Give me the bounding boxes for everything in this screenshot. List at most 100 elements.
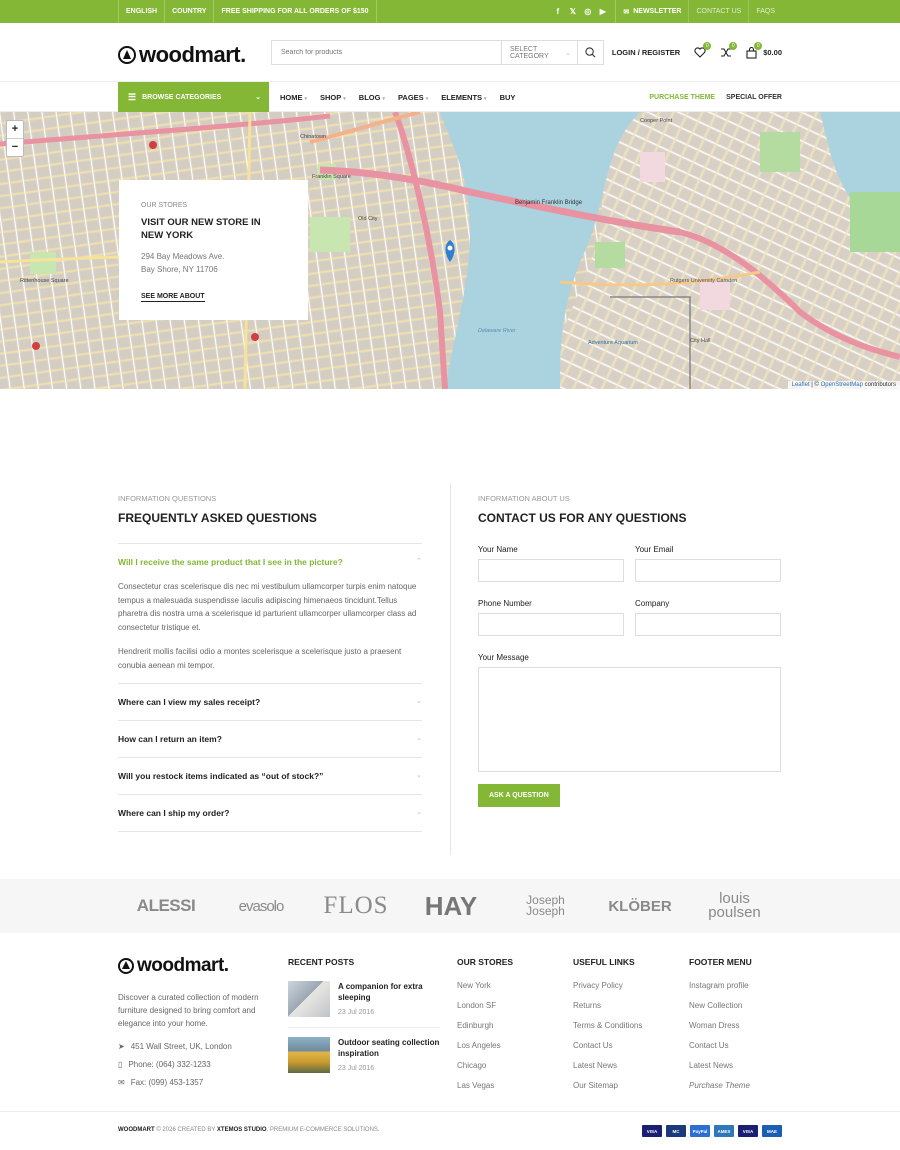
footer-menu-link[interactable]: Woman Dress xyxy=(689,1021,752,1030)
footer-menu-link[interactable]: Purchase Theme xyxy=(689,1081,752,1090)
country-selector[interactable]: COUNTRY xyxy=(164,0,213,23)
leaflet-link[interactable]: Leaflet xyxy=(792,382,810,388)
nav-pages[interactable]: PAGES ▾ xyxy=(398,93,428,102)
email-field[interactable] xyxy=(635,559,781,582)
store-link[interactable]: New York xyxy=(457,981,513,990)
faq-question[interactable]: Will you restock items indicated as “out… xyxy=(118,758,422,794)
store-link[interactable]: London SF xyxy=(457,1001,513,1010)
faq-question[interactable]: Will I receive the same product that I s… xyxy=(118,544,422,580)
nav-elements[interactable]: ELEMENTS ▾ xyxy=(441,93,486,102)
footer-logo[interactable]: woodmart. xyxy=(118,955,268,977)
faq-item[interactable]: Where can I view my sales receipt? ⌄ xyxy=(118,683,422,720)
useful-link[interactable]: Returns xyxy=(573,1001,642,1010)
store-link[interactable]: Las Vegas xyxy=(457,1081,513,1090)
faqs-link[interactable]: FAQS xyxy=(748,0,782,23)
category-select[interactable]: SELECT CATEGORY ⌄ xyxy=(501,41,577,64)
footer-menu-link[interactable]: Contact Us xyxy=(689,1041,752,1050)
nav-blog[interactable]: BLOG ▾ xyxy=(359,93,385,102)
zoom-out-button[interactable]: − xyxy=(7,139,23,156)
faq-question[interactable]: How can I return an item? ⌄ xyxy=(118,721,422,757)
map-label-cooper-point: Cooper Point xyxy=(640,118,673,124)
recent-post[interactable]: A companion for extra sleeping 23 Jul 201… xyxy=(288,981,440,1028)
message-field[interactable] xyxy=(478,667,781,772)
location-arrow-icon: ➤ xyxy=(118,1042,125,1051)
ask-question-button[interactable]: ASK A QUESTION xyxy=(478,784,560,807)
header: woodmart. SELECT CATEGORY ⌄ LOGIN / REGIS… xyxy=(0,23,900,82)
chevron-down-icon: ⌄ xyxy=(416,772,422,779)
contact-section: INFORMATION ABOUT US CONTACT US FOR ANY … xyxy=(478,494,781,807)
x-icon[interactable]: 𝕏 xyxy=(568,7,577,16)
name-field[interactable] xyxy=(478,559,624,582)
faq-item[interactable]: Will you restock items indicated as “out… xyxy=(118,757,422,794)
footer-menu-link[interactable]: New Collection xyxy=(689,1001,752,1010)
shipping-promo: FREE SHIPPING FOR ALL ORDERS OF $150 xyxy=(213,0,377,23)
brand-alessi[interactable]: ALESSI xyxy=(119,896,214,916)
see-more-link[interactable]: SEE MORE ABOUT xyxy=(141,293,205,302)
nav-buy[interactable]: BUY xyxy=(500,93,516,102)
search-form: SELECT CATEGORY ⌄ xyxy=(271,40,604,65)
maestro-icon: MAE xyxy=(762,1125,782,1137)
map-label-rittenhouse: Rittenhouse Square xyxy=(20,278,69,284)
company-field[interactable] xyxy=(635,613,781,636)
nav-shop[interactable]: SHOP ▾ xyxy=(320,93,346,102)
wishlist-button[interactable]: 0 xyxy=(694,42,712,58)
faq-item[interactable]: How can I return an item? ⌄ xyxy=(118,720,422,757)
search-button[interactable] xyxy=(577,41,603,64)
login-register-link[interactable]: LOGIN / REGISTER xyxy=(612,48,680,57)
post-thumbnail[interactable] xyxy=(288,1037,330,1073)
faq-question[interactable]: Where can I ship my order? ⌄ xyxy=(118,795,422,831)
nav-home[interactable]: HOME ▾ xyxy=(280,93,307,102)
map-label-chinatown: Chinatown xyxy=(300,134,326,140)
search-input[interactable] xyxy=(272,41,501,64)
copyright-bar: WOODMART © 2026 CREATED BY XTEMOS STUDIO… xyxy=(0,1111,900,1150)
brand-hay[interactable]: HAY xyxy=(404,891,499,922)
faq-divider xyxy=(118,831,422,832)
useful-link[interactable]: Privacy Policy xyxy=(573,981,642,990)
recent-post[interactable]: Outdoor seating collection inspiration 23… xyxy=(288,1037,440,1083)
special-offer-link[interactable]: SPECIAL OFFER xyxy=(726,94,782,101)
browse-categories-button[interactable]: ☰ BROWSE CATEGORIES ⌄ xyxy=(118,82,269,112)
contact-link[interactable]: CONTACT US xyxy=(688,0,748,23)
faq-question[interactable]: Where can I view my sales receipt? ⌄ xyxy=(118,684,422,720)
cart-button[interactable]: 0 $0.00 xyxy=(746,41,782,59)
purchase-theme-link[interactable]: PURCHASE THEME xyxy=(649,94,715,101)
post-thumbnail[interactable] xyxy=(288,981,330,1017)
logo[interactable]: woodmart. xyxy=(118,42,246,68)
footer-menu-link[interactable]: Latest News xyxy=(689,1061,752,1070)
language-selector[interactable]: ENGLISH xyxy=(118,0,164,23)
post-title[interactable]: A companion for extra sleeping xyxy=(338,981,440,1003)
envelope-icon: ✉ xyxy=(118,1078,125,1087)
footer-phone: ▯ Phone: (064) 332-1233 xyxy=(118,1060,211,1069)
footer-menu-link[interactable]: Instagram profile xyxy=(689,981,752,990)
brand-klober[interactable]: KLÖBER xyxy=(593,898,688,915)
useful-link[interactable]: Terms & Conditions xyxy=(573,1021,642,1030)
compare-button[interactable]: 0 xyxy=(720,42,738,58)
facebook-icon[interactable]: f xyxy=(553,7,562,16)
brand-joseph-joseph[interactable]: Joseph Joseph xyxy=(515,894,577,917)
useful-link[interactable]: Latest News xyxy=(573,1061,642,1070)
osm-link[interactable]: OpenStreetMap xyxy=(821,382,863,388)
store-link[interactable]: Edinburgh xyxy=(457,1021,513,1030)
newsletter-link[interactable]: ✉ NEWSLETTER xyxy=(615,0,688,23)
brand-louis-poulsen[interactable]: louis poulsen xyxy=(700,891,770,920)
store-link[interactable]: Chicago xyxy=(457,1061,513,1070)
store-address: 294 Bay Meadows Ave. Bay Shore, NY 11706 xyxy=(141,252,225,274)
store-map[interactable]: Benjamin Franklin Bridge Rutgers Univers… xyxy=(0,112,900,389)
xtemos-link[interactable]: XTEMOS STUDIO xyxy=(217,1127,267,1133)
main-nav: ☰ BROWSE CATEGORIES ⌄ HOME ▾ SHOP ▾ BLOG ▾ … xyxy=(0,82,900,112)
zoom-in-button[interactable]: + xyxy=(7,121,23,139)
map-label-aquarium: Adventure Aquarium xyxy=(588,340,638,346)
store-link[interactable]: Los Angeles xyxy=(457,1041,513,1050)
post-title[interactable]: Outdoor seating collection inspiration xyxy=(338,1037,440,1059)
brand-evasolo[interactable]: evasolo xyxy=(214,898,309,915)
useful-link[interactable]: Our Sitemap xyxy=(573,1081,642,1090)
brand-flos[interactable]: FLOS xyxy=(309,892,404,920)
faq-item[interactable]: Will I receive the same product that I s… xyxy=(118,543,422,683)
phone-field[interactable] xyxy=(478,613,624,636)
footer-fax: ✉ Fax: (099) 453-1357 xyxy=(118,1078,204,1087)
instagram-icon[interactable]: ◎ xyxy=(583,7,592,16)
mail-icon: ✉ xyxy=(623,8,630,16)
useful-link[interactable]: Contact Us xyxy=(573,1041,642,1050)
faq-item[interactable]: Where can I ship my order? ⌄ xyxy=(118,794,422,831)
youtube-icon[interactable]: ▶ xyxy=(598,7,607,16)
